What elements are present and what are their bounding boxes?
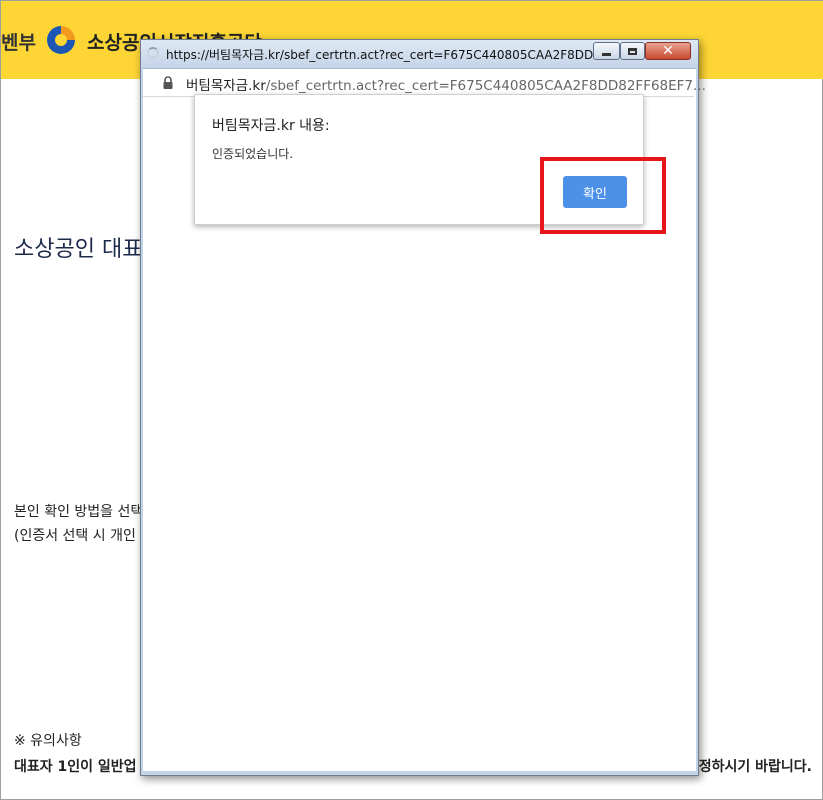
minimize-button[interactable] [593, 42, 620, 60]
address-bar[interactable]: 버팀목자금.kr/sbef_certrtn.act?rec_cert=F675C… [143, 69, 706, 97]
window-frame-right [696, 68, 698, 775]
window-frame-left [141, 68, 143, 775]
window-frame-bottom [141, 771, 698, 775]
ministry-label: 벤부 [1, 32, 36, 54]
close-icon: ✕ [662, 43, 674, 59]
minimize-icon [602, 52, 611, 56]
highlight-annotation [540, 157, 666, 234]
address-path: /sbef_certrtn.act?rec_cert=F675C440805CA… [265, 78, 706, 94]
auth-method-text: 본인 확인 방법을 선택 [14, 504, 144, 520]
notice-text-right: 정하시기 바랍니다. [698, 759, 812, 775]
maximize-icon [628, 47, 637, 55]
lock-icon [163, 76, 173, 89]
alert-message: 인증되었습니다. [212, 147, 294, 161]
alert-title: 버팀목자금.kr 내용: [212, 118, 330, 134]
maximize-button[interactable] [620, 42, 645, 60]
window-title: https://버팀목자금.kr/sbef_certrtn.act?rec_ce… [166, 48, 632, 62]
notice-title: ※ 유의사항 [14, 733, 82, 749]
org-logo-icon [47, 26, 75, 54]
window-titlebar[interactable]: https://버팀목자금.kr/sbef_certrtn.act?rec_ce… [141, 40, 698, 69]
address-url: 버팀목자금.kr/sbef_certrtn.act?rec_cert=F675C… [186, 74, 706, 94]
auth-method-note: (인증서 선택 시 개인 [14, 528, 136, 544]
page-title: 소상공인 대표 [14, 237, 143, 262]
loading-spinner-icon [147, 47, 159, 59]
close-button[interactable]: ✕ [645, 42, 691, 60]
notice-text-left: 대표자 1인이 일반업 [14, 759, 137, 775]
address-domain: 버팀목자금.kr [186, 78, 266, 94]
